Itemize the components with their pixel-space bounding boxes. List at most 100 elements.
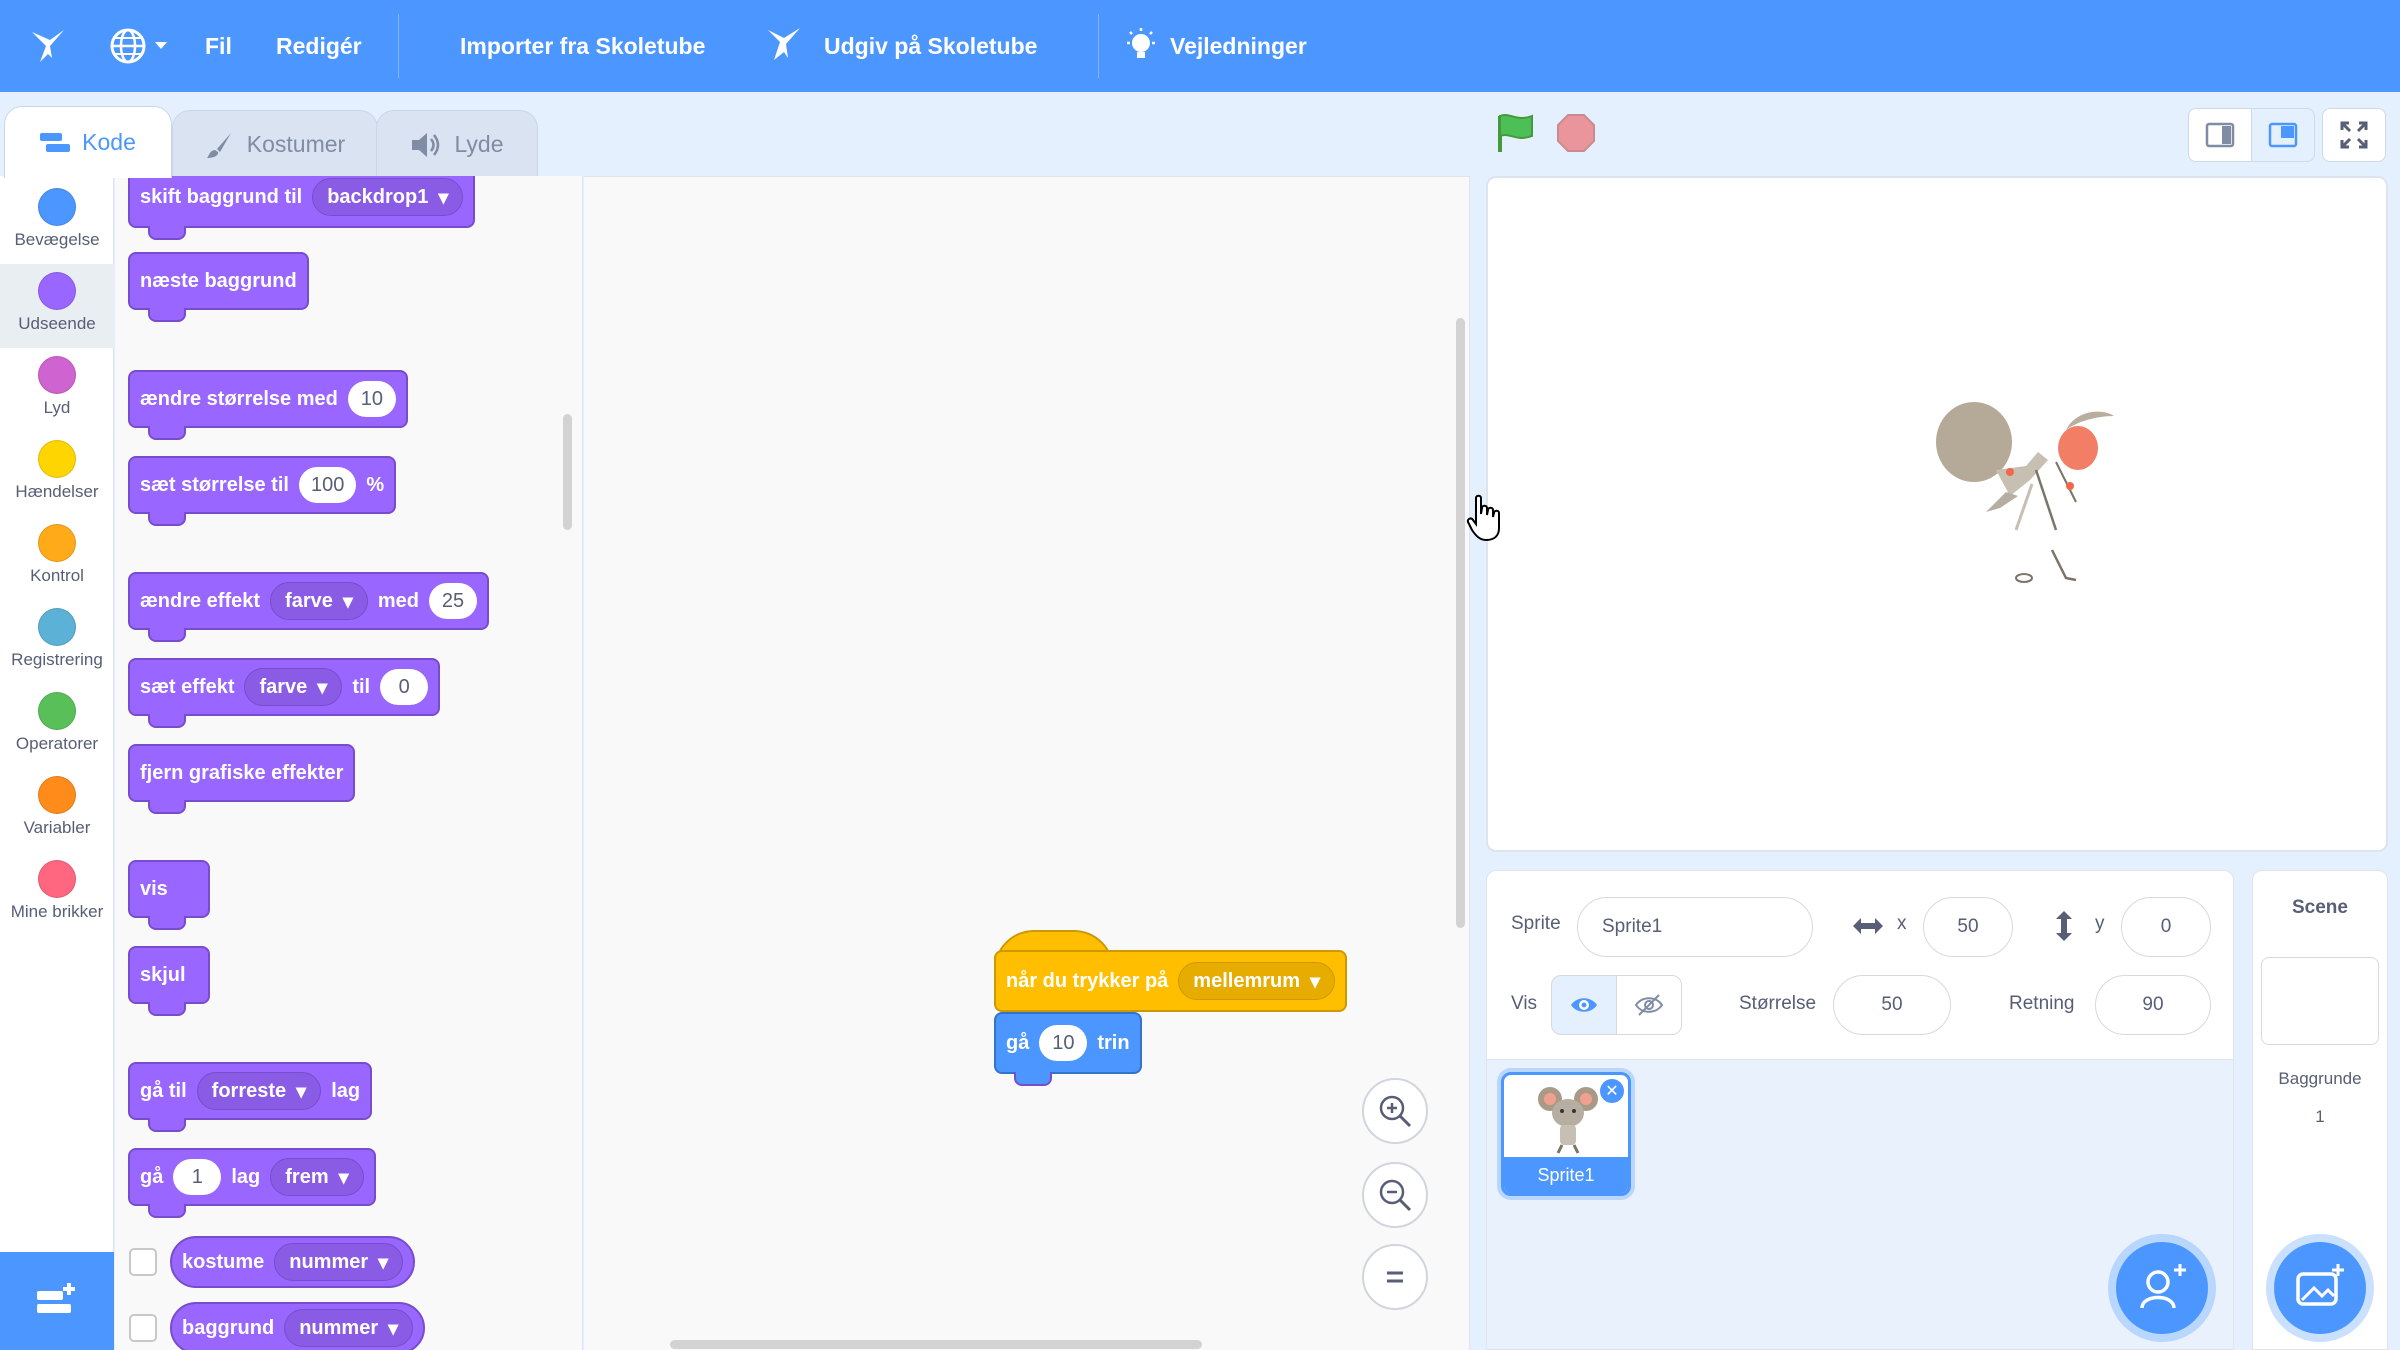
category-menu: Bevægelse Udseende Lyd Hændelser Kontrol…	[0, 176, 114, 1252]
block-label: skjul	[140, 963, 186, 986]
category-my-blocks[interactable]: Mine brikker	[0, 852, 114, 936]
menu-import[interactable]: Importer fra Skoletube	[460, 0, 705, 92]
x-label: x	[1897, 913, 1907, 934]
globe-icon	[110, 28, 146, 64]
costume-dropdown[interactable]: nummer ▾	[274, 1243, 404, 1281]
backdrop-thumbnail[interactable]	[2261, 957, 2379, 1045]
layers-input[interactable]: 1	[173, 1159, 222, 1195]
small-stage-button[interactable]	[2188, 108, 2252, 162]
menu-edit[interactable]: Redigér	[276, 0, 362, 92]
reporter-backdrop[interactable]: baggrund nummer ▾	[170, 1302, 426, 1350]
category-control[interactable]: Kontrol	[0, 516, 114, 600]
block-notch	[1014, 1072, 1052, 1086]
zoom-out-button[interactable]	[1362, 1162, 1428, 1228]
block-next-backdrop[interactable]: næste baggrund	[128, 252, 309, 322]
reporter-costume[interactable]: kostume nummer ▾	[170, 1236, 416, 1288]
block-clear-effects[interactable]: fjern grafiske effekter	[128, 744, 356, 814]
zoom-in-button[interactable]	[1362, 1078, 1428, 1144]
menu-bar: Fil Redigér Importer fra Skoletube Udgiv…	[0, 0, 2400, 92]
sprite-name-input[interactable]: Sprite1	[1577, 897, 1813, 957]
category-dot	[38, 272, 76, 310]
size-input[interactable]: 50	[1833, 975, 1951, 1035]
backdrops-label: Baggrunde	[2278, 1069, 2362, 1088]
block-go-layers[interactable]: gå 1 lag frem ▾	[128, 1148, 376, 1218]
caret-down-icon: ▾	[342, 590, 353, 613]
steps-input[interactable]: 10	[1039, 1025, 1088, 1061]
speaker-icon	[412, 132, 440, 157]
tab-code[interactable]: Kode	[4, 106, 172, 178]
category-variables[interactable]: Variabler	[0, 768, 114, 852]
block-notch	[148, 800, 186, 814]
direction-dropdown[interactable]: frem ▾	[270, 1158, 364, 1196]
show-sprite-button[interactable]	[1551, 975, 1617, 1035]
block-change-effect[interactable]: ændre effekt farve ▾ med 25	[128, 572, 490, 642]
block-set-size[interactable]: sæt størrelse til 100 %	[128, 456, 397, 526]
block-switch-backdrop[interactable]: skift baggrund til backdrop1 ▾	[128, 176, 476, 240]
sprite-tile[interactable]: ✕ Sprite1	[1501, 1072, 1631, 1196]
category-looks[interactable]: Udseende	[0, 264, 114, 348]
backdrop-dropdown[interactable]: nummer ▾	[284, 1309, 414, 1347]
costume-monitor-checkbox[interactable]	[129, 1248, 157, 1276]
x-position-input[interactable]: 50	[1923, 897, 2013, 957]
block-hide[interactable]: skjul	[128, 946, 210, 1016]
category-sound[interactable]: Lyd	[0, 348, 114, 432]
caret-down-icon: ▾	[296, 1080, 307, 1103]
eye-slash-icon	[1634, 994, 1664, 1016]
block-label: trin	[1097, 1031, 1130, 1054]
choose-backdrop-button[interactable]	[2274, 1242, 2366, 1334]
category-sensing[interactable]: Registrering	[0, 600, 114, 684]
block-show[interactable]: vis	[128, 860, 210, 930]
direction-input[interactable]: 90	[2095, 975, 2211, 1035]
size-input[interactable]: 100	[298, 467, 357, 503]
show-label: Vis	[1511, 993, 1538, 1014]
fullscreen-button[interactable]	[2322, 108, 2386, 162]
backdrop-dropdown[interactable]: backdrop1 ▾	[312, 178, 464, 216]
dropdown-value: farve	[259, 675, 308, 698]
hide-sprite-button[interactable]	[1616, 975, 1682, 1035]
language-menu[interactable]	[108, 0, 168, 92]
add-extension-button[interactable]	[0, 1252, 114, 1350]
category-events[interactable]: Hændelser	[0, 432, 114, 516]
block-when-key-pressed[interactable]: når du trykker på mellemrum ▾	[994, 950, 1348, 1012]
workspace-horizontal-scrollbar[interactable]	[670, 1340, 1202, 1349]
effect-change-input[interactable]: 25	[429, 583, 478, 619]
layer-dropdown[interactable]: forreste ▾	[196, 1072, 322, 1110]
y-position-input[interactable]: 0	[2121, 897, 2211, 957]
tab-sounds[interactable]: Lyde	[376, 110, 538, 178]
block-change-size[interactable]: ændre størrelse med 10	[128, 370, 408, 440]
size-change-input[interactable]: 10	[347, 381, 396, 417]
backdrop-monitor-checkbox[interactable]	[129, 1314, 157, 1342]
block-move-steps[interactable]: gå 10 trin	[994, 1012, 1142, 1086]
effect-dropdown[interactable]: farve ▾	[244, 668, 343, 706]
key-dropdown[interactable]: mellemrum ▾	[1178, 962, 1336, 1000]
block-notch	[148, 512, 186, 526]
green-flag-button[interactable]	[1494, 112, 1536, 154]
menu-tutorials[interactable]: Vejledninger	[1124, 0, 1307, 92]
stop-button[interactable]	[1556, 113, 1596, 153]
menu-divider	[398, 14, 399, 78]
delete-sprite-icon[interactable]: ✕	[1600, 1079, 1624, 1103]
category-dot	[38, 440, 76, 478]
tab-costumes[interactable]: Kostumer	[172, 110, 378, 178]
lightbulb-icon	[1127, 28, 1155, 58]
block-label: fjern grafiske effekter	[140, 761, 344, 784]
effect-dropdown[interactable]: farve ▾	[270, 582, 368, 620]
menu-file[interactable]: Fil	[205, 0, 232, 92]
code-workspace[interactable]	[584, 176, 1470, 1350]
block-go-to-layer[interactable]: gå til forreste ▾ lag	[128, 1062, 373, 1132]
choose-sprite-button[interactable]	[2116, 1242, 2208, 1334]
scratch-logo-icon[interactable]	[26, 0, 70, 92]
zoom-reset-button[interactable]	[1362, 1244, 1428, 1310]
workspace-vertical-scrollbar[interactable]	[1456, 318, 1465, 928]
code-blocks-icon	[40, 132, 71, 152]
category-motion[interactable]: Bevægelse	[0, 180, 114, 264]
effect-value-input[interactable]: 0	[380, 669, 429, 705]
palette-scrollbar[interactable]	[563, 414, 572, 530]
sprite-label: Sprite	[1511, 913, 1561, 934]
category-operators[interactable]: Operatorer	[0, 684, 114, 768]
stage-canvas[interactable]	[1486, 176, 2388, 852]
large-stage-button[interactable]	[2251, 108, 2315, 162]
block-label: gå til	[140, 1079, 187, 1102]
block-set-effect[interactable]: sæt effekt farve ▾ til 0	[128, 658, 441, 728]
menu-publish[interactable]: Udgiv på Skoletube	[764, 0, 1037, 92]
